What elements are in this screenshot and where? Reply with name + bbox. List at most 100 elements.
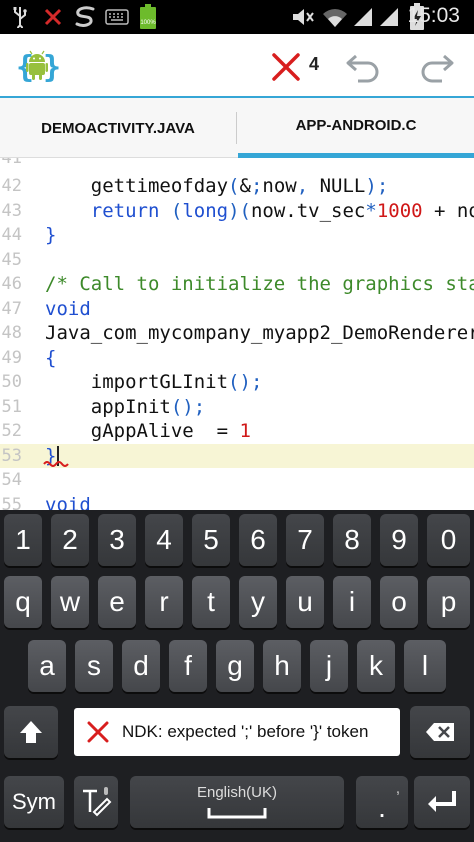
line-number: 51 (1, 396, 22, 417)
key-8[interactable]: 8 (333, 514, 371, 566)
line-number: 53 (1, 445, 22, 466)
key-d[interactable]: d (122, 640, 160, 692)
code-line: 43 return (long)(now.tv_sec*1000 + now (0, 199, 474, 224)
code-text: } (45, 224, 57, 246)
spacebar-key[interactable]: English(UK) (130, 776, 344, 828)
line-number: 45 (1, 249, 22, 270)
code-text: void (45, 493, 91, 511)
key-s[interactable]: s (75, 640, 113, 692)
line-number: 49 (1, 347, 22, 368)
key-9[interactable]: 9 (380, 514, 418, 566)
key-1[interactable]: 1 (4, 514, 42, 566)
shift-key[interactable] (4, 706, 58, 758)
space-icon (207, 808, 267, 819)
code-line: 50 importGLInit(); (0, 370, 474, 395)
key-r[interactable]: r (145, 576, 183, 628)
error-suggestion-text: NDK: expected ';' before '}' token (122, 722, 369, 741)
tab-bar: DEMOACTIVITY.JAVA APP-ANDROID.C (0, 98, 474, 158)
code-line-current: 53} (0, 443, 474, 468)
text-format-icon (83, 787, 112, 817)
key-h[interactable]: h (263, 640, 301, 692)
code-text: return (long)(now.tv_sec*1000 + now (90, 199, 474, 222)
line-number: 41 (1, 158, 22, 168)
line-number: 55 (1, 494, 22, 511)
code-text: importGLInit(); (45, 371, 263, 393)
close-icon (272, 53, 300, 81)
code-line: 44} (0, 223, 474, 248)
enter-key[interactable] (414, 776, 470, 828)
key-3[interactable]: 3 (98, 514, 136, 566)
key-0[interactable]: 0 (427, 514, 470, 566)
code-line: 54 (0, 468, 474, 493)
shift-icon (20, 721, 42, 743)
period-label: . (378, 792, 386, 823)
app-logo-icon[interactable]: { } (14, 44, 61, 88)
key-p[interactable]: p (427, 576, 470, 628)
key-j[interactable]: j (310, 640, 348, 692)
key-a[interactable]: a (28, 640, 66, 692)
line-number: 52 (1, 421, 22, 441)
redo-icon (421, 54, 454, 83)
undo-button[interactable] (344, 50, 384, 84)
line-number: 50 (1, 372, 22, 392)
key-2[interactable]: 2 (51, 514, 89, 566)
code-line: 45 (0, 248, 474, 273)
backspace-key[interactable] (410, 706, 470, 758)
usb-icon (10, 6, 30, 28)
key-7[interactable]: 7 (286, 514, 324, 566)
line-number: 46 (1, 274, 22, 294)
code-editor[interactable]: 41 42 gettimeofday(&;now, NULL); 43 retu… (0, 158, 474, 510)
tab-divider (236, 112, 237, 144)
error-squiggle (43, 460, 69, 467)
code-text: void (45, 297, 91, 320)
key-4[interactable]: 4 (145, 514, 183, 566)
key-t[interactable]: t (192, 576, 230, 628)
code-line: 55 void (0, 493, 474, 511)
code-line: 41 (0, 158, 474, 171)
key-g[interactable]: g (216, 640, 254, 692)
line-number: 47 (1, 298, 22, 319)
mute-icon (290, 6, 316, 28)
errors-button[interactable] (270, 51, 302, 83)
line-number: 48 (1, 323, 22, 343)
code-line: 51 appInit(); (0, 395, 474, 420)
line-number: 44 (1, 225, 22, 245)
no-sim-icon (42, 6, 64, 28)
signal-icon (352, 6, 374, 28)
tab-app-android-c[interactable]: APP-ANDROID.C (238, 98, 474, 158)
comma-label: , (395, 780, 400, 797)
line-number: 54 (1, 470, 22, 490)
wifi-icon (322, 6, 348, 28)
key-e[interactable]: e (98, 576, 136, 628)
code-text: { (45, 346, 57, 369)
keyboard-icon (104, 6, 130, 28)
spacebar-language-label: English(UK) (196, 784, 278, 801)
key-l[interactable]: l (404, 640, 446, 692)
code-text: /* Call to initialize the graphics stat (45, 273, 474, 295)
tab-demoactivity-java[interactable]: DEMOACTIVITY.JAVA (0, 98, 236, 158)
key-f[interactable]: f (169, 640, 207, 692)
status-clock: 15:03 (407, 4, 460, 27)
error-suggestion[interactable]: NDK: expected ';' before '}' token (74, 708, 400, 756)
key-w[interactable]: w (51, 576, 89, 628)
key-y[interactable]: y (239, 576, 277, 628)
period-key[interactable]: . , (356, 776, 408, 828)
key-q[interactable]: q (4, 576, 42, 628)
redo-button[interactable] (416, 50, 456, 84)
code-text: appInit(); (45, 395, 206, 418)
key-6[interactable]: 6 (239, 514, 277, 566)
key-o[interactable]: o (380, 576, 418, 628)
code-line: 48 Java_com_mycompany_myapp2_DemoRenderer… (0, 321, 474, 346)
code-text: gAppAlive = 1 (45, 420, 251, 442)
key-k[interactable]: k (357, 640, 395, 692)
code-line: 46 /* Call to initialize the graphics sta… (0, 272, 474, 297)
enter-icon (428, 791, 456, 812)
code-text: Java_com_mycompany_myapp2_DemoRenderer_ (45, 322, 474, 344)
sym-key[interactable]: Sym (4, 776, 64, 828)
text-style-key[interactable] (74, 776, 118, 828)
close-icon (74, 708, 122, 756)
key-i[interactable]: i (333, 576, 371, 628)
key-5[interactable]: 5 (192, 514, 230, 566)
key-u[interactable]: u (286, 576, 324, 628)
svg-text:100%: 100% (140, 20, 156, 26)
